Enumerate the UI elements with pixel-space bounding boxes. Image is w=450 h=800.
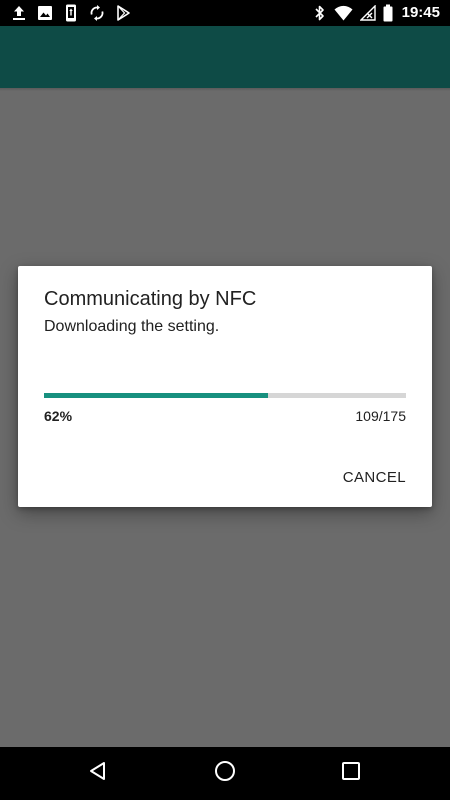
progress-bar-fill — [44, 393, 269, 398]
wifi-icon — [334, 4, 354, 22]
progress-percent: 62% — [44, 408, 73, 424]
dialog-title: Communicating by NFC — [44, 288, 257, 310]
progress-dialog: Communicating by NFC Downloading the set… — [18, 266, 432, 507]
status-notification-icons — [10, 4, 140, 22]
app-bar — [0, 26, 450, 88]
home-icon — [214, 760, 236, 787]
home-button[interactable] — [190, 747, 260, 800]
phone-data-icon — [62, 4, 80, 22]
recents-button[interactable] — [316, 747, 386, 800]
back-icon — [87, 760, 109, 787]
recents-icon — [341, 761, 361, 786]
bluetooth-icon — [312, 4, 328, 22]
play-store-icon — [114, 4, 132, 22]
image-icon — [36, 4, 54, 22]
upload-icon — [10, 4, 28, 22]
cancel-button[interactable]: CANCEL — [331, 460, 418, 494]
navigation-bar — [0, 747, 450, 800]
status-time: 19:45 — [401, 4, 440, 21]
progress-bar — [44, 393, 406, 398]
battery-icon — [382, 4, 394, 22]
dialog-message: Downloading the setting. — [44, 318, 220, 335]
progress-count: 109/175 — [355, 408, 406, 424]
back-button[interactable] — [63, 747, 133, 800]
no-signal-icon — [359, 4, 376, 22]
status-system-icons: 19:45 — [312, 4, 440, 22]
sync-icon — [88, 4, 106, 22]
status-bar: 19:45 — [0, 0, 450, 26]
